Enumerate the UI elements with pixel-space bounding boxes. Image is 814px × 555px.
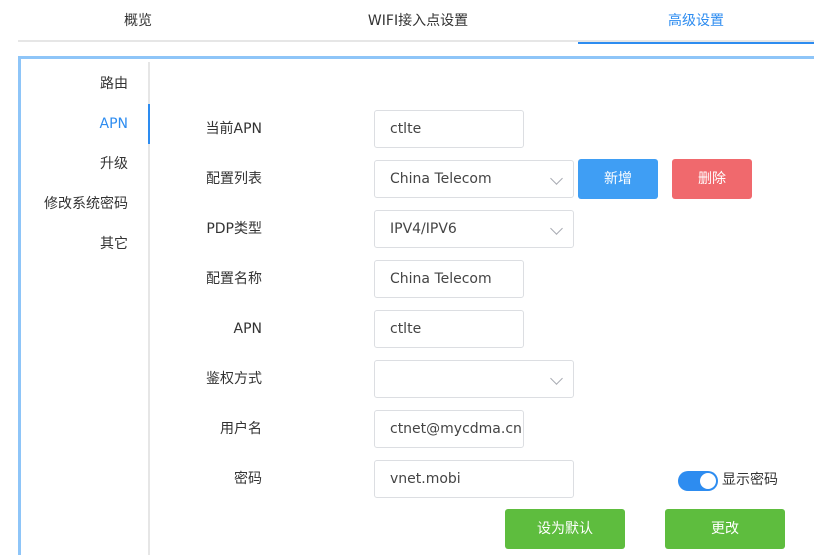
top-tab-bar: 概览 WIFI接入点设置 高级设置 xyxy=(18,0,814,44)
sidebar: 路由 APN 升级 修改系统密码 其它 xyxy=(24,62,150,555)
current-apn-field[interactable]: ctlte xyxy=(374,110,524,148)
sidebar-item-change-password[interactable]: 修改系统密码 xyxy=(22,184,148,224)
current-apn-label: 当前APN xyxy=(205,121,263,137)
chevron-down-icon xyxy=(550,372,563,385)
pdp-type-value: IPV4/IPV6 xyxy=(390,221,457,237)
profile-name-label: 配置名称 xyxy=(206,271,262,287)
sidebar-item-upgrade[interactable]: 升级 xyxy=(22,144,148,184)
profile-list-value: China Telecom xyxy=(390,171,492,187)
username-input[interactable]: ctnet@mycdma.cn xyxy=(374,410,524,448)
sidebar-item-apn[interactable]: APN xyxy=(22,104,150,144)
tab-wifi-settings[interactable]: WIFI接入点设置 xyxy=(308,0,528,42)
show-password-label: 显示密码 xyxy=(722,472,778,488)
auth-method-label: 鉴权方式 xyxy=(206,371,262,387)
tab-overview[interactable]: 概览 xyxy=(18,0,258,42)
pdp-type-select[interactable]: IPV4/IPV6 xyxy=(374,210,574,248)
apn-label: APN xyxy=(233,321,263,337)
password-label: 密码 xyxy=(234,471,262,487)
tab-advanced-settings[interactable]: 高级设置 xyxy=(578,0,814,44)
chevron-down-icon xyxy=(550,222,563,235)
sidebar-item-other[interactable]: 其它 xyxy=(22,224,148,264)
add-profile-button[interactable]: 新增 xyxy=(578,159,658,199)
sidebar-item-route[interactable]: 路由 xyxy=(22,64,148,104)
profile-list-select[interactable]: China Telecom xyxy=(374,160,574,198)
toggle-knob xyxy=(700,473,716,489)
password-input[interactable]: vnet.mobi xyxy=(374,460,574,498)
profile-name-input[interactable]: China Telecom xyxy=(374,260,524,298)
apn-input[interactable]: ctlte xyxy=(374,310,524,348)
pdp-type-label: PDP类型 xyxy=(206,221,262,237)
change-button[interactable]: 更改 xyxy=(665,509,785,549)
chevron-down-icon xyxy=(550,172,563,185)
profile-list-label: 配置列表 xyxy=(206,171,262,187)
set-default-button[interactable]: 设为默认 xyxy=(505,509,625,549)
auth-method-select[interactable] xyxy=(374,360,574,398)
show-password-toggle[interactable] xyxy=(678,471,718,491)
username-label: 用户名 xyxy=(220,421,262,437)
delete-profile-button[interactable]: 删除 xyxy=(672,159,752,199)
